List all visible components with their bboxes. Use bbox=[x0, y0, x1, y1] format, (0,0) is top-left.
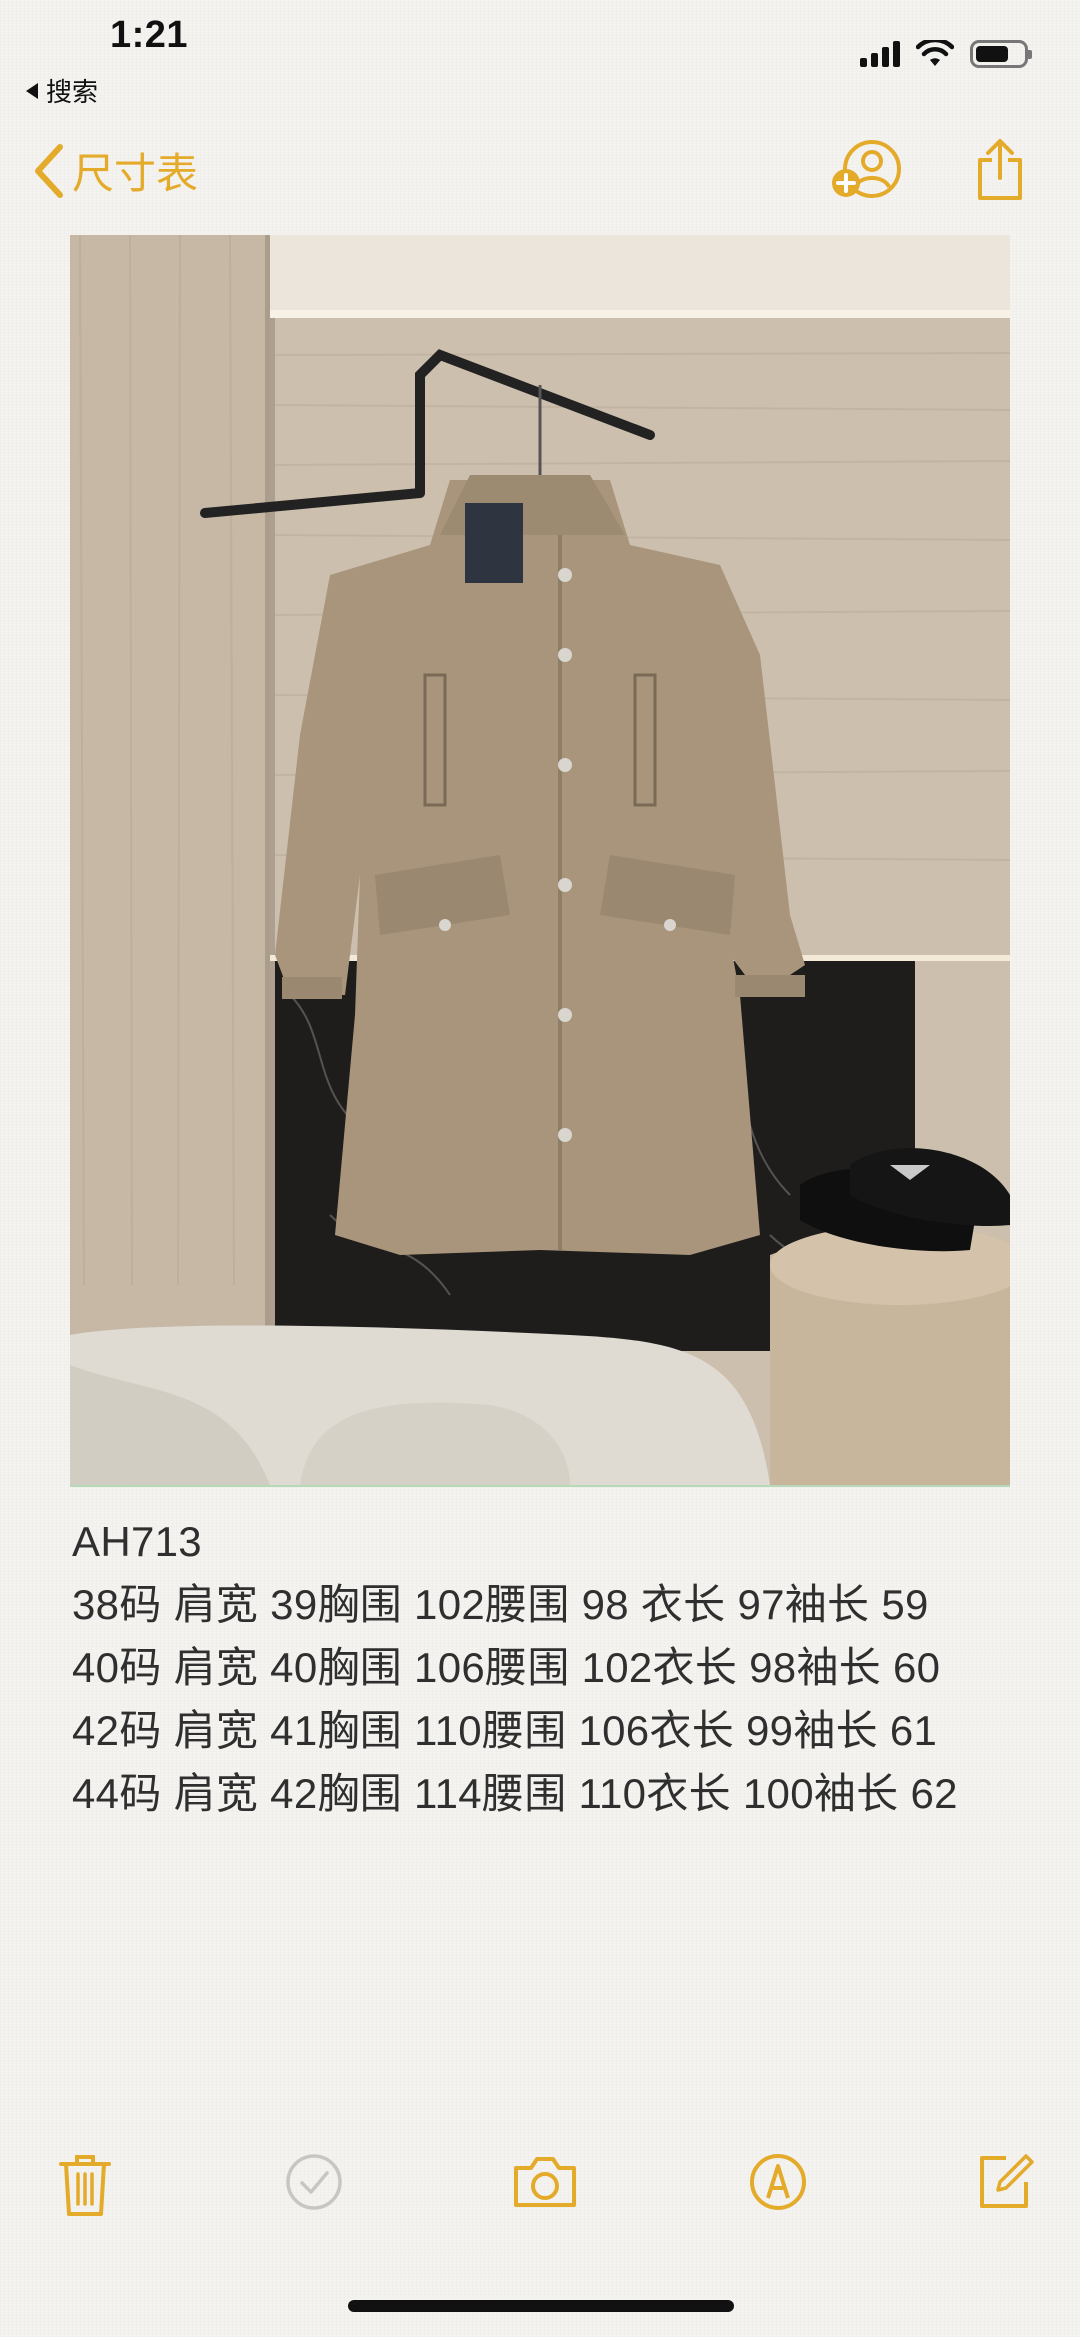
note-line-size-44: 44码 肩宽 42胸围 114腰围 110衣长 100袖长 62 bbox=[72, 1770, 958, 1817]
return-app-label: 搜索 bbox=[46, 77, 99, 107]
note-line-size-42: 42码 肩宽 41胸围 110腰围 106衣长 99袖长 61 bbox=[72, 1707, 938, 1754]
trash-icon[interactable] bbox=[57, 2152, 113, 2218]
wifi-icon bbox=[916, 40, 954, 66]
nav-actions bbox=[830, 138, 1026, 202]
return-to-app[interactable]: 搜索 bbox=[26, 72, 98, 109]
battery-icon bbox=[970, 40, 1032, 68]
chevron-left-icon bbox=[35, 143, 63, 198]
note-body[interactable]: AH713 38码 肩宽 39胸围 102腰围 98 衣长 97袖长 59 40… bbox=[72, 1510, 1032, 1825]
compose-icon[interactable] bbox=[976, 2152, 1036, 2212]
note-line-size-38: 38码 肩宽 39胸围 102腰围 98 衣长 97袖长 59 bbox=[72, 1581, 929, 1628]
coat-photo[interactable] bbox=[70, 235, 1010, 1487]
note-line-title: AH713 bbox=[72, 1518, 202, 1565]
back-label: 尺寸表 bbox=[72, 150, 199, 197]
cellular-signal-icon bbox=[860, 41, 900, 67]
home-indicator[interactable] bbox=[348, 2300, 734, 2312]
coat-illustration bbox=[70, 235, 1010, 1485]
camera-icon[interactable] bbox=[511, 2152, 579, 2210]
checklist-icon[interactable] bbox=[284, 2152, 344, 2212]
back-button[interactable]: 尺寸表 bbox=[32, 140, 198, 201]
markup-icon[interactable] bbox=[748, 2152, 808, 2212]
back-triangle-icon bbox=[26, 82, 38, 99]
note-line-size-40: 40码 肩宽 40胸围 106腰围 102衣长 98袖长 60 bbox=[72, 1644, 941, 1691]
add-people-icon[interactable] bbox=[830, 139, 904, 201]
status-time: 1:21 bbox=[110, 14, 189, 56]
share-icon[interactable] bbox=[974, 138, 1026, 202]
bottom-toolbar bbox=[0, 2152, 1080, 2232]
status-icons bbox=[860, 40, 1032, 68]
battery-level bbox=[976, 46, 1009, 62]
